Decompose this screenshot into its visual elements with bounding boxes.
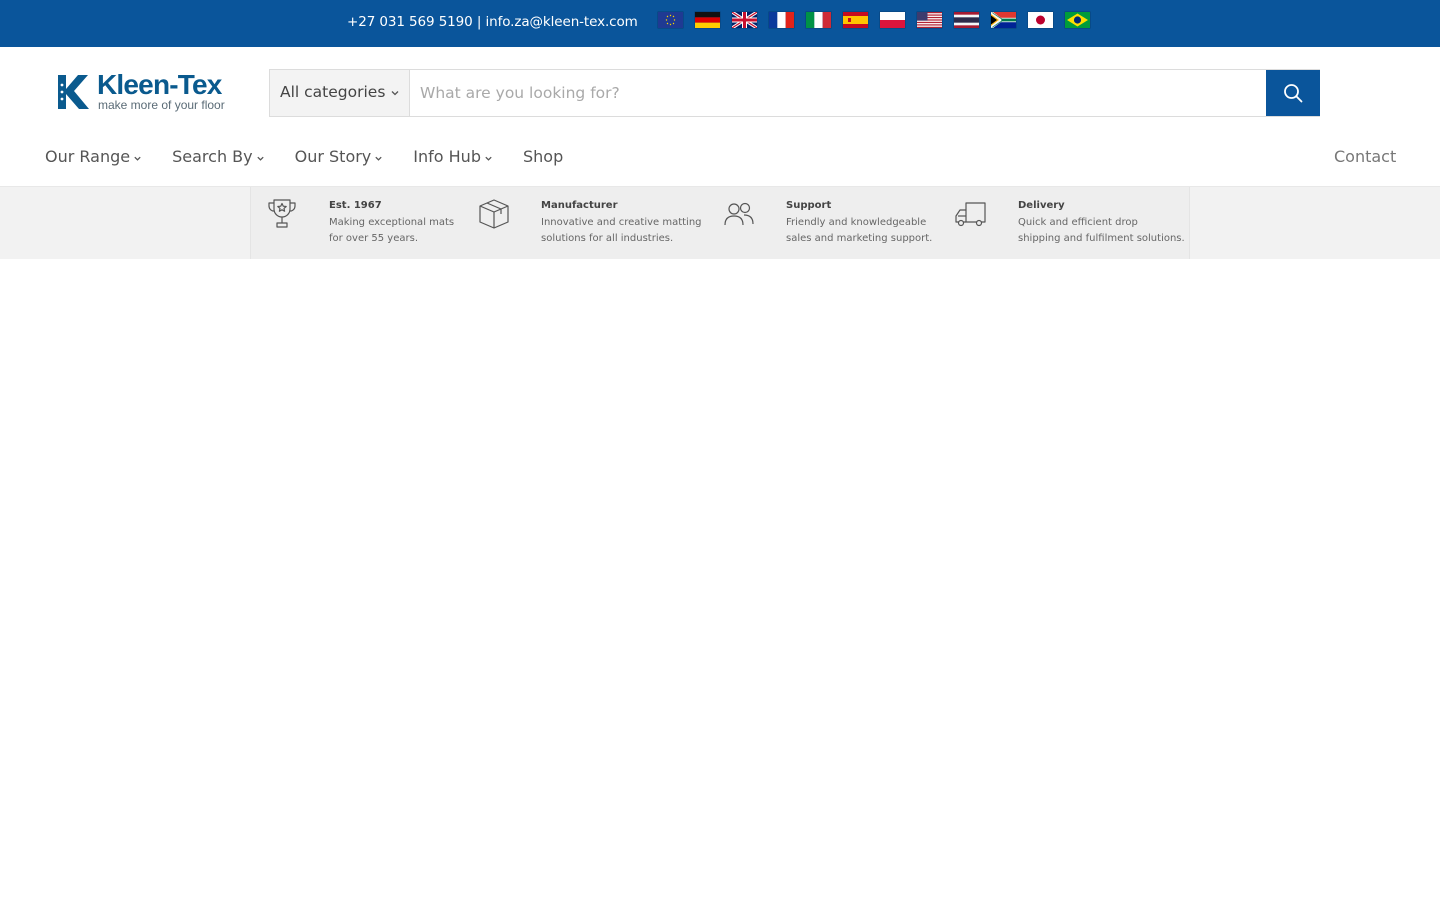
nav-item-label: Our Story	[294, 147, 372, 166]
feature-title: Manufacturer	[541, 200, 618, 211]
feature-title: Support	[786, 200, 832, 211]
category-select-label: All categories	[280, 83, 386, 101]
chevron-down-icon	[485, 156, 492, 161]
feature-description-line: Quick and efficient drop	[1018, 217, 1138, 228]
trophy-icon	[268, 199, 296, 228]
feature-description-line: sales and marketing support.	[786, 233, 933, 244]
nav-item-label: Our Range	[45, 147, 131, 166]
feature-title: Delivery	[1018, 200, 1065, 211]
nav-item-label: Info Hub	[413, 147, 481, 166]
top-bar: +27 031 569 5190 | info.za@kleen-tex.com	[0, 0, 1440, 47]
nav-item-shop[interactable]: Shop	[523, 147, 563, 166]
feature-description: Quick and efficient drop shipping and ful…	[1018, 215, 1185, 247]
search-bar: All categories	[269, 69, 1320, 117]
france-flag-icon[interactable]	[769, 12, 794, 28]
eu-flag-icon[interactable]	[658, 12, 683, 28]
feature-description-line: Making exceptional mats	[329, 217, 455, 228]
kleen-tex-logo-mark-icon	[58, 75, 89, 109]
thailand-flag-icon[interactable]	[954, 12, 979, 28]
chevron-down-icon	[391, 91, 399, 96]
features-bar: Est. 1967 Making exceptional mats for ove…	[0, 187, 1440, 259]
main-content	[0, 259, 1440, 900]
feature-est-1967: Est. 1967 Making exceptional mats for ove…	[251, 187, 461, 259]
category-select[interactable]: All categories	[270, 70, 410, 116]
germany-flag-icon[interactable]	[695, 12, 720, 28]
brazil-flag-icon[interactable]	[1065, 12, 1090, 28]
feature-description-line: shipping and fulfilment solutions.	[1018, 233, 1185, 244]
japan-flag-icon[interactable]	[1028, 12, 1053, 28]
feature-description: Friendly and knowledgeable sales and mark…	[786, 215, 932, 247]
chevron-down-icon	[256, 156, 264, 161]
site-header: Kleen-Tex make more of your floor All ca…	[0, 47, 1440, 187]
feature-description-line: solutions for all industries.	[541, 233, 674, 244]
feature-title: Est. 1967	[329, 200, 382, 211]
box-icon	[479, 199, 509, 229]
chevron-down-icon	[134, 156, 141, 161]
feature-manufacturer: Manufacturer Innovative and creative mat…	[461, 187, 706, 259]
nav-item-label: Shop	[522, 147, 564, 166]
nav-item-info-hub[interactable]: Info Hub	[413, 147, 493, 166]
search-button[interactable]	[1266, 70, 1320, 116]
nav-item-label: Search By	[172, 147, 253, 166]
feature-support: Support Friendly and knowledgeable sales …	[706, 187, 938, 259]
users-icon	[724, 202, 754, 226]
language-flags	[658, 12, 1090, 28]
feature-delivery: Delivery Quick and efficient drop shippin…	[938, 187, 1191, 259]
logo-name: Kleen-Tex	[97, 69, 222, 100]
spain-flag-icon[interactable]	[843, 12, 868, 28]
chevron-down-icon	[375, 156, 382, 161]
features-strip: Est. 1967 Making exceptional mats for ove…	[250, 187, 1190, 259]
italy-flag-icon[interactable]	[806, 12, 831, 28]
nav-item-our-story[interactable]: Our Story	[295, 147, 384, 166]
uk-flag-icon[interactable]	[732, 12, 757, 28]
feature-description-line: Friendly and knowledgeable	[786, 217, 927, 228]
main-nav: Our Range Search By Our Story Info Hub S…	[45, 147, 563, 166]
contact-info[interactable]: +27 031 569 5190 | info.za@kleen-tex.com	[347, 14, 638, 30]
usa-flag-icon[interactable]	[917, 12, 942, 28]
feature-description: Making exceptional mats for over 55 years…	[329, 215, 454, 247]
feature-description: Innovative and creative matting solutions…	[541, 215, 702, 247]
feature-description-line: Innovative and creative matting	[541, 217, 702, 228]
search-icon	[1284, 84, 1303, 103]
nav-item-search-by[interactable]: Search By	[172, 147, 265, 166]
nav-item-contact[interactable]: Contact	[1334, 147, 1396, 166]
search-input[interactable]	[410, 70, 1266, 116]
feature-description-line: for over 55 years.	[329, 233, 419, 244]
nav-item-our-range[interactable]: Our Range	[45, 147, 142, 166]
poland-flag-icon[interactable]	[880, 12, 905, 28]
logo-tagline: make more of your floor	[98, 98, 225, 112]
kleen-tex-logo[interactable]: Kleen-Tex make more of your floor	[56, 69, 236, 115]
truck-icon	[955, 202, 986, 227]
south-africa-flag-icon[interactable]	[991, 12, 1016, 28]
